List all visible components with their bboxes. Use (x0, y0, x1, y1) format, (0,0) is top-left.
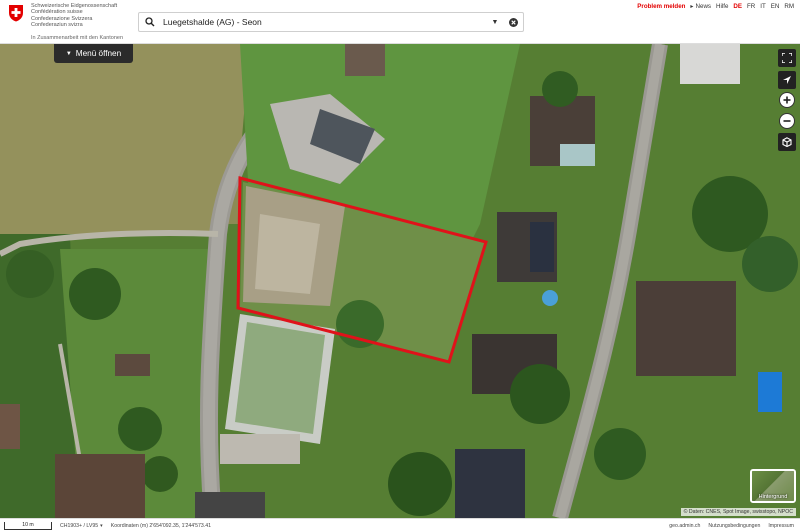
federal-org-names: Schweizerische Eidgenossenschaft Confédé… (31, 3, 117, 29)
crs-selector[interactable]: CH1903+ / LV95 ▾ (60, 523, 103, 529)
zoom-in-icon (783, 96, 791, 104)
location-icon (783, 76, 791, 84)
app-window: Schweizerische Eidgenossenschaft Confédé… (0, 0, 800, 532)
search-box[interactable]: ▼ (138, 12, 524, 32)
news-label: News (695, 3, 712, 10)
crs-label: CH1903+ / LV95 (60, 522, 99, 529)
aerial-image (0, 44, 800, 518)
search-icon[interactable] (139, 13, 161, 31)
fullscreen-icon (782, 53, 792, 63)
menu-open-button[interactable]: ▼ Menü öffnen (54, 44, 133, 63)
menu-open-label: Menü öffnen (75, 49, 122, 58)
chevron-down-icon[interactable]: ▼ (487, 13, 503, 31)
help-link[interactable]: Hilfe (716, 3, 728, 10)
footer-links: geo.admin.ch Nutzungsbedingungen Impress… (669, 523, 794, 529)
header-links: Problem melden ▸ News Hilfe DE FR IT EN … (637, 3, 794, 10)
background-label: Hintergrund (758, 494, 788, 500)
map-attribution: © Daten: CNES, Spot Image, swisstopo, NP… (680, 508, 796, 516)
fullscreen-button[interactable] (778, 49, 796, 67)
coordinates-readout: Koordinaten (m) 2'654'092.35, 1'244'573.… (110, 522, 212, 529)
swiss-coat-of-arms-logo[interactable] (8, 4, 24, 22)
search-input[interactable] (161, 13, 487, 31)
clear-search-icon[interactable] (503, 13, 523, 31)
map-footer: 10 m CH1903+ / LV95 ▾ Koordinaten (m) 2'… (0, 518, 800, 532)
language-en[interactable]: EN (771, 3, 780, 10)
zoom-out-icon (783, 120, 791, 122)
top-header: Schweizerische Eidgenossenschaft Confédé… (0, 0, 800, 44)
terms-of-use-link[interactable]: Nutzungsbedingungen (708, 523, 760, 529)
problem-report-link[interactable]: Problem melden (637, 3, 685, 10)
triangle-down-icon: ▼ (65, 50, 72, 57)
background-layer-switch[interactable]: Hintergrund (750, 469, 796, 503)
cantons-note: In Zusammenarbeit mit den Kantonen (31, 35, 124, 41)
scale-bar: 10 m (4, 521, 52, 530)
triangle-right-icon: ▸ (690, 3, 694, 10)
chevron-down-icon: ▾ (100, 522, 103, 529)
zoom-out-button[interactable] (779, 113, 795, 129)
language-rm[interactable]: RM (784, 3, 794, 10)
geo-admin-link[interactable]: geo.admin.ch (669, 523, 700, 529)
map-viewport[interactable] (0, 44, 800, 518)
3d-view-button[interactable] (778, 133, 796, 151)
language-it[interactable]: IT (760, 3, 766, 10)
language-fr[interactable]: FR (747, 3, 755, 10)
zoom-in-button[interactable] (779, 92, 795, 108)
imprint-link[interactable]: Impressum (768, 523, 794, 529)
3d-icon (782, 137, 792, 147)
news-link[interactable]: ▸ News (690, 3, 711, 10)
language-de[interactable]: DE (733, 3, 742, 10)
org-name-rm: Confederaziun svizra (31, 22, 83, 29)
geolocation-button[interactable] (778, 71, 796, 89)
